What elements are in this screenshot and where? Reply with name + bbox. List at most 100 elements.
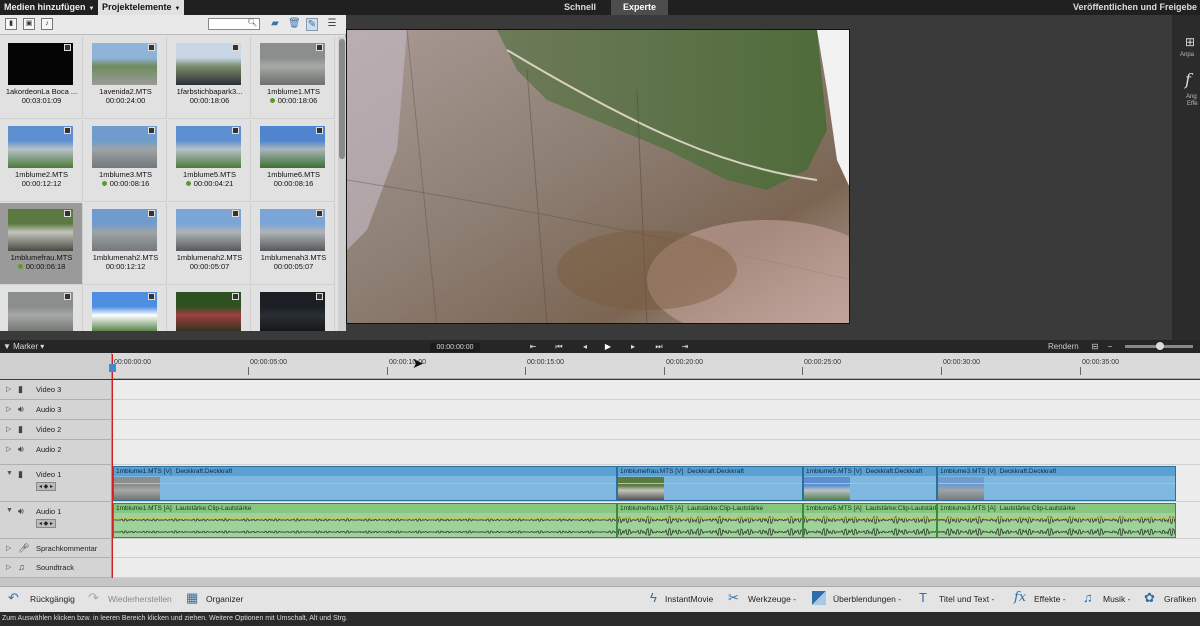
media-item[interactable]: 1mblume3.MTS 00:00:08:16: [84, 120, 167, 202]
filter-audio-icon[interactable]: ♪: [41, 18, 53, 30]
keyframe-navigator[interactable]: ◂ ◆ ▸: [36, 482, 56, 491]
fit-timeline-icon[interactable]: ⊟: [1088, 340, 1102, 353]
expand-track-icon[interactable]: ▼: [6, 507, 13, 514]
adjust-icon[interactable]: ⊞: [1185, 35, 1195, 49]
timeline-scrollbar[interactable]: [0, 578, 1200, 586]
media-item[interactable]: 1farbstichbapark3... 00:00:18:06: [168, 37, 251, 119]
new-folder-icon[interactable]: ▰: [269, 18, 281, 29]
clip-header[interactable]: 1mblume3.MTS [A] Lautstärke:Clip-Lautstär…: [938, 504, 1175, 513]
clip-header[interactable]: 1mblume1.MTS [V] Deckkraft:Deckkraft: [114, 467, 616, 476]
clip-header[interactable]: 1mblumefrau.MTS [V] Deckkraft:Deckkraft: [618, 467, 802, 476]
instant-movie-button[interactable]: InstantMovie: [665, 593, 713, 605]
previous-edit-icon[interactable]: ⏮: [552, 340, 566, 353]
scrollbar-thumb[interactable]: [339, 39, 345, 159]
titles-button[interactable]: Titel und Text -: [939, 593, 994, 605]
track-lane[interactable]: [112, 380, 1200, 400]
track-header[interactable]: ▷ 🎤︎ Sprachkommentar: [0, 539, 112, 558]
playhead-handle[interactable]: [109, 364, 116, 372]
timecode-display[interactable]: 00:00:00:00: [430, 343, 480, 352]
redo-button[interactable]: Wiederherstellen: [108, 593, 172, 605]
applied-effects-icon[interactable]: f: [1185, 70, 1191, 89]
clip-effect-menu[interactable]: Lautstärke:Clip-Lautstärke: [687, 505, 763, 512]
graphics-button[interactable]: Grafiken: [1164, 593, 1196, 605]
microphone-icon[interactable]: 🎤︎: [18, 543, 29, 554]
track-header[interactable]: ▷ ▮ Video 3: [0, 380, 112, 400]
video-track-icon[interactable]: ▮: [18, 469, 23, 480]
project-elements-menu[interactable]: Projektelemente ▼: [98, 0, 185, 15]
expand-track-icon[interactable]: ▷: [6, 445, 11, 453]
monitor-preview[interactable]: [346, 29, 850, 324]
undo-icon[interactable]: ↶: [8, 591, 19, 605]
media-item[interactable]: 1mblumenah3.MTS 00:00:05:07: [252, 203, 335, 285]
redo-icon[interactable]: ↷: [88, 591, 99, 605]
expand-track-icon[interactable]: ▷: [6, 405, 11, 413]
opacity-rubberband[interactable]: [804, 483, 936, 484]
undo-button[interactable]: Rückgängig: [30, 593, 75, 605]
delete-icon[interactable]: 🗑︎: [288, 18, 301, 29]
playhead[interactable]: [112, 354, 113, 579]
clip-effect-menu[interactable]: Deckkraft:Deckkraft: [1000, 468, 1057, 475]
video-clip[interactable]: 1mblumefrau.MTS [V] Deckkraft:Deckkraft: [617, 466, 803, 501]
media-item[interactable]: 1mblumenah2.MTS 00:00:12:12: [84, 203, 167, 285]
media-item[interactable]: 1mblume6.MTS 00:00:08:16: [252, 120, 335, 202]
media-item[interactable]: [84, 286, 167, 331]
render-button[interactable]: Rendern: [1048, 340, 1079, 353]
clip-effect-menu[interactable]: Deckkraft:Deckkraft: [866, 468, 923, 475]
organizer-button[interactable]: Organizer: [206, 593, 243, 605]
pin-icon[interactable]: ✎: [306, 18, 318, 31]
expand-track-icon[interactable]: ▷: [6, 425, 11, 433]
goto-start-icon[interactable]: ⇤: [526, 340, 540, 353]
track-header[interactable]: ▷ ♫ Soundtrack: [0, 558, 112, 578]
audio-track-icon[interactable]: 🔊︎: [18, 444, 24, 455]
music-button[interactable]: Musik -: [1103, 593, 1130, 605]
media-item[interactable]: 1akordeonLa Boca ... 00:03:01:09: [0, 37, 83, 119]
track-header[interactable]: ▼ 🔊︎ Audio 1 ◂ ◆ ▸: [0, 502, 112, 539]
clip-effect-menu[interactable]: Deckkraft:Deckkraft: [176, 468, 233, 475]
media-item[interactable]: 1avenida2.MTS 00:00:24:00: [84, 37, 167, 119]
zoom-slider-handle[interactable]: [1156, 342, 1164, 350]
track-header[interactable]: ▷ 🔊︎ Audio 2: [0, 440, 112, 465]
audio-clip[interactable]: 1mblumefrau.MTS [A] Lautstärke:Clip-Lauts…: [617, 503, 803, 538]
marker-menu[interactable]: ▼ Marker ▾: [3, 340, 44, 353]
clip-header[interactable]: 1mblumefrau.MTS [A] Lautstärke:Clip-Lauts…: [618, 504, 802, 513]
clip-header[interactable]: 1mblume5.MTS [V] Deckkraft:Deckkraft: [804, 467, 936, 476]
clip-effect-menu[interactable]: Lautstärke:Clip-Lautstärke: [176, 505, 252, 512]
track-lane[interactable]: [112, 440, 1200, 465]
audio-track-icon[interactable]: 🔊︎: [18, 404, 24, 415]
media-item[interactable]: [168, 286, 251, 331]
goto-end-icon[interactable]: ⇥: [678, 340, 692, 353]
step-forward-icon[interactable]: ▸: [626, 340, 640, 353]
effects-button[interactable]: Effekte -: [1034, 593, 1066, 605]
clip-effect-menu[interactable]: Lautstärke:Clip-Lautstärke: [866, 505, 936, 512]
audio-clip[interactable]: 1mblume1.MTS [A] Lautstärke:Clip-Lautstär…: [113, 503, 617, 538]
opacity-rubberband[interactable]: [618, 483, 802, 484]
transitions-icon[interactable]: [812, 591, 826, 605]
video-track-icon[interactable]: ▮: [18, 424, 23, 435]
effects-icon[interactable]: fx: [1014, 591, 1026, 605]
instant-movie-icon[interactable]: ϟ: [650, 591, 657, 605]
video-clip[interactable]: 1mblume3.MTS [V] Deckkraft:Deckkraft: [937, 466, 1176, 501]
clip-header[interactable]: 1mblume1.MTS [A] Lautstärke:Clip-Lautstär…: [114, 504, 616, 513]
media-item[interactable]: [252, 286, 335, 331]
clip-header[interactable]: 1mblume5.MTS [A] Lautstärke:Clip-Lautstär…: [804, 504, 936, 513]
filter-video-icon[interactable]: ▮: [5, 18, 17, 30]
media-item[interactable]: 1mblume2.MTS 00:00:12:12: [0, 120, 83, 202]
filter-image-icon[interactable]: ▣: [23, 18, 35, 30]
timeline-ruler[interactable]: 00:00:00:00 00:00:05:00 00:00:10:00 00:00:1…: [112, 353, 1200, 379]
opacity-rubberband[interactable]: [114, 483, 616, 484]
zoom-out-icon[interactable]: −: [1103, 340, 1117, 353]
track-header[interactable]: ▷ ▮ Video 2: [0, 420, 112, 440]
video-track-icon[interactable]: ▮: [18, 384, 23, 395]
organizer-icon[interactable]: ▦: [186, 591, 198, 605]
media-item[interactable]: 1mblumefrau.MTS 00:00:06:18: [0, 203, 83, 285]
graphics-icon[interactable]: ✿: [1144, 591, 1155, 605]
play-icon[interactable]: ▶: [601, 340, 615, 353]
transitions-button[interactable]: Überblendungen -: [833, 593, 901, 605]
audio-clip[interactable]: 1mblume3.MTS [A] Lautstärke:Clip-Lautstär…: [937, 503, 1176, 538]
next-edit-icon[interactable]: ⏭: [652, 340, 666, 353]
track-header[interactable]: ▼ ▮ Video 1 ◂ ◆ ▸: [0, 465, 112, 502]
expand-track-icon[interactable]: ▷: [6, 544, 11, 552]
sort-icon[interactable]: ☰: [326, 18, 338, 29]
track-lane[interactable]: [112, 558, 1200, 578]
music-icon[interactable]: ♫: [1083, 591, 1093, 605]
